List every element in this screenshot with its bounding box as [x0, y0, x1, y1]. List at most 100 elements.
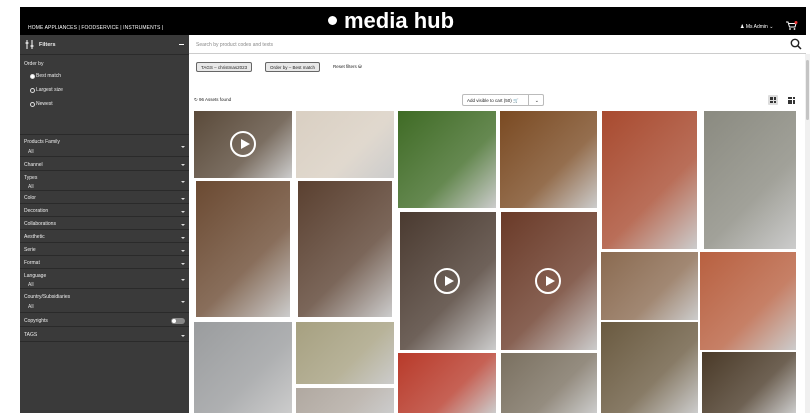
media-thumbnail[interactable]	[400, 212, 496, 350]
order-newest-radio[interactable]: Newest	[30, 101, 185, 107]
filter-language[interactable]: Language All	[20, 269, 189, 289]
filter-copyrights[interactable]: Copyrights	[20, 313, 189, 327]
play-icon[interactable]	[230, 131, 256, 157]
add-to-cart-label: Add visible to cart (50)	[467, 98, 512, 103]
filter-value: All	[28, 304, 34, 310]
filter-decoration[interactable]: Decoration	[20, 204, 189, 217]
filter-collaborations[interactable]: Collaborations	[20, 217, 189, 230]
chevron-down-icon	[181, 301, 185, 303]
filter-label: Format	[24, 260, 40, 266]
search-input[interactable]	[196, 39, 776, 50]
media-thumbnail[interactable]	[500, 111, 597, 208]
search-bar	[189, 35, 806, 54]
top-bar: HOME APPLIANCES | FOODSERVICE | INSTRUME…	[20, 7, 806, 35]
collapse-icon[interactable]	[179, 44, 184, 45]
reset-filters-button[interactable]: Reset filters ⛁	[333, 64, 362, 70]
media-thumbnail[interactable]	[704, 111, 796, 249]
chevron-down-icon	[181, 146, 185, 148]
chevron-down-icon	[181, 250, 185, 252]
chevron-down-icon	[181, 279, 185, 281]
filters-sidebar: Filters Order by Best match Largest size…	[20, 35, 189, 413]
scrollbar[interactable]	[805, 54, 810, 413]
search-icon[interactable]	[790, 38, 802, 50]
filter-label: Collaborations	[24, 221, 56, 227]
filter-label: TAGS	[24, 332, 38, 338]
order-filter-chip[interactable]: Order by – Best match	[265, 62, 321, 72]
assets-count-text: 96 Assets found	[199, 97, 232, 102]
filter-label: Decoration	[24, 208, 49, 214]
media-thumbnail[interactable]	[194, 322, 292, 413]
filters-header[interactable]: Filters	[20, 35, 189, 55]
cart-icon[interactable]	[786, 21, 798, 31]
media-thumbnail[interactable]	[702, 352, 796, 413]
media-thumbnail[interactable]	[501, 212, 597, 350]
logo-dot-icon	[328, 16, 337, 25]
reset-filters-label: Reset filters	[333, 64, 357, 69]
play-icon[interactable]	[434, 268, 460, 294]
filter-label: Copyrights	[24, 318, 48, 324]
order-largest-size-radio[interactable]: Largest size	[30, 87, 185, 93]
user-menu[interactable]: ♟ Ms Admin ⌄	[740, 24, 773, 30]
large-grid-view-button[interactable]	[768, 95, 778, 105]
media-thumbnail[interactable]	[601, 252, 698, 320]
order-by-section: Order by Best match Largest size Newest	[20, 55, 189, 135]
filter-label: Serie	[24, 247, 36, 253]
user-name: Ms Admin	[745, 24, 768, 30]
chevron-down-icon	[181, 164, 185, 166]
media-thumbnail[interactable]	[398, 111, 496, 208]
chevron-down-icon	[181, 211, 185, 213]
filter-label: Types	[24, 175, 38, 181]
media-thumbnail[interactable]	[194, 111, 292, 178]
filter-serie[interactable]: Serie	[20, 243, 189, 256]
cart-add-icon: 🛒	[513, 98, 519, 103]
chevron-down-icon	[181, 198, 185, 200]
media-thumbnail[interactable]	[296, 322, 394, 384]
filter-products-family[interactable]: Products Family All	[20, 135, 189, 157]
filter-tags[interactable]: TAGS	[20, 327, 189, 342]
divider	[528, 95, 529, 105]
media-thumbnail[interactable]	[602, 111, 697, 249]
filter-label: Language	[24, 273, 47, 279]
tag-chip-label: TAGS – christmas2023	[201, 65, 248, 70]
filter-aesthetic[interactable]: Aesthetic	[20, 230, 189, 243]
filter-country-subsidiaries[interactable]: Country/Subsidiaries All	[20, 289, 189, 313]
filter-label: Color	[24, 195, 36, 201]
copyrights-toggle[interactable]	[171, 318, 185, 324]
filter-label: Aesthetic	[24, 234, 45, 240]
trash-icon: ⛁	[358, 64, 362, 69]
media-thumbnail[interactable]	[298, 181, 392, 317]
media-thumbnail[interactable]	[398, 353, 496, 413]
chevron-down-icon	[181, 237, 185, 239]
media-thumbnail[interactable]	[501, 353, 597, 413]
filters-icon	[25, 40, 34, 49]
media-thumbnail[interactable]	[296, 388, 394, 413]
small-grid-view-button[interactable]	[786, 95, 796, 105]
chevron-down-icon	[181, 224, 185, 226]
add-visible-to-cart-button[interactable]: Add visible to cart (50) 🛒 ⌄	[462, 94, 544, 106]
media-thumbnail[interactable]	[196, 181, 290, 317]
play-icon[interactable]	[535, 268, 561, 294]
filter-label: Products Family	[24, 139, 60, 145]
filter-value: All	[28, 149, 34, 155]
chevron-down-icon	[181, 263, 185, 265]
filter-format[interactable]: Format	[20, 256, 189, 269]
media-thumbnail[interactable]	[296, 111, 394, 178]
filter-value: All	[28, 282, 34, 288]
media-thumbnail[interactable]	[700, 252, 796, 350]
chevron-down-icon	[181, 181, 185, 183]
refresh-icon: ↻	[194, 97, 198, 102]
chevron-down-icon[interactable]: ⌄	[535, 98, 539, 104]
filter-channel[interactable]: Channel	[20, 157, 189, 171]
order-best-match-radio[interactable]: Best match	[30, 73, 185, 79]
top-nav[interactable]: HOME APPLIANCES | FOODSERVICE | INSTRUME…	[28, 25, 163, 31]
filter-color[interactable]: Color	[20, 191, 189, 204]
media-thumbnail[interactable]	[601, 322, 698, 413]
filter-value: All	[28, 184, 34, 190]
tag-filter-chip[interactable]: TAGS – christmas2023	[196, 62, 253, 72]
filters-title: Filters	[39, 42, 56, 48]
filter-label: Country/Subsidiaries	[24, 294, 71, 300]
scrollbar-thumb[interactable]	[806, 60, 809, 120]
chevron-down-icon: ⌄	[769, 24, 774, 30]
brand-logo[interactable]: media hub	[328, 8, 454, 34]
filter-types[interactable]: Types All	[20, 171, 189, 191]
